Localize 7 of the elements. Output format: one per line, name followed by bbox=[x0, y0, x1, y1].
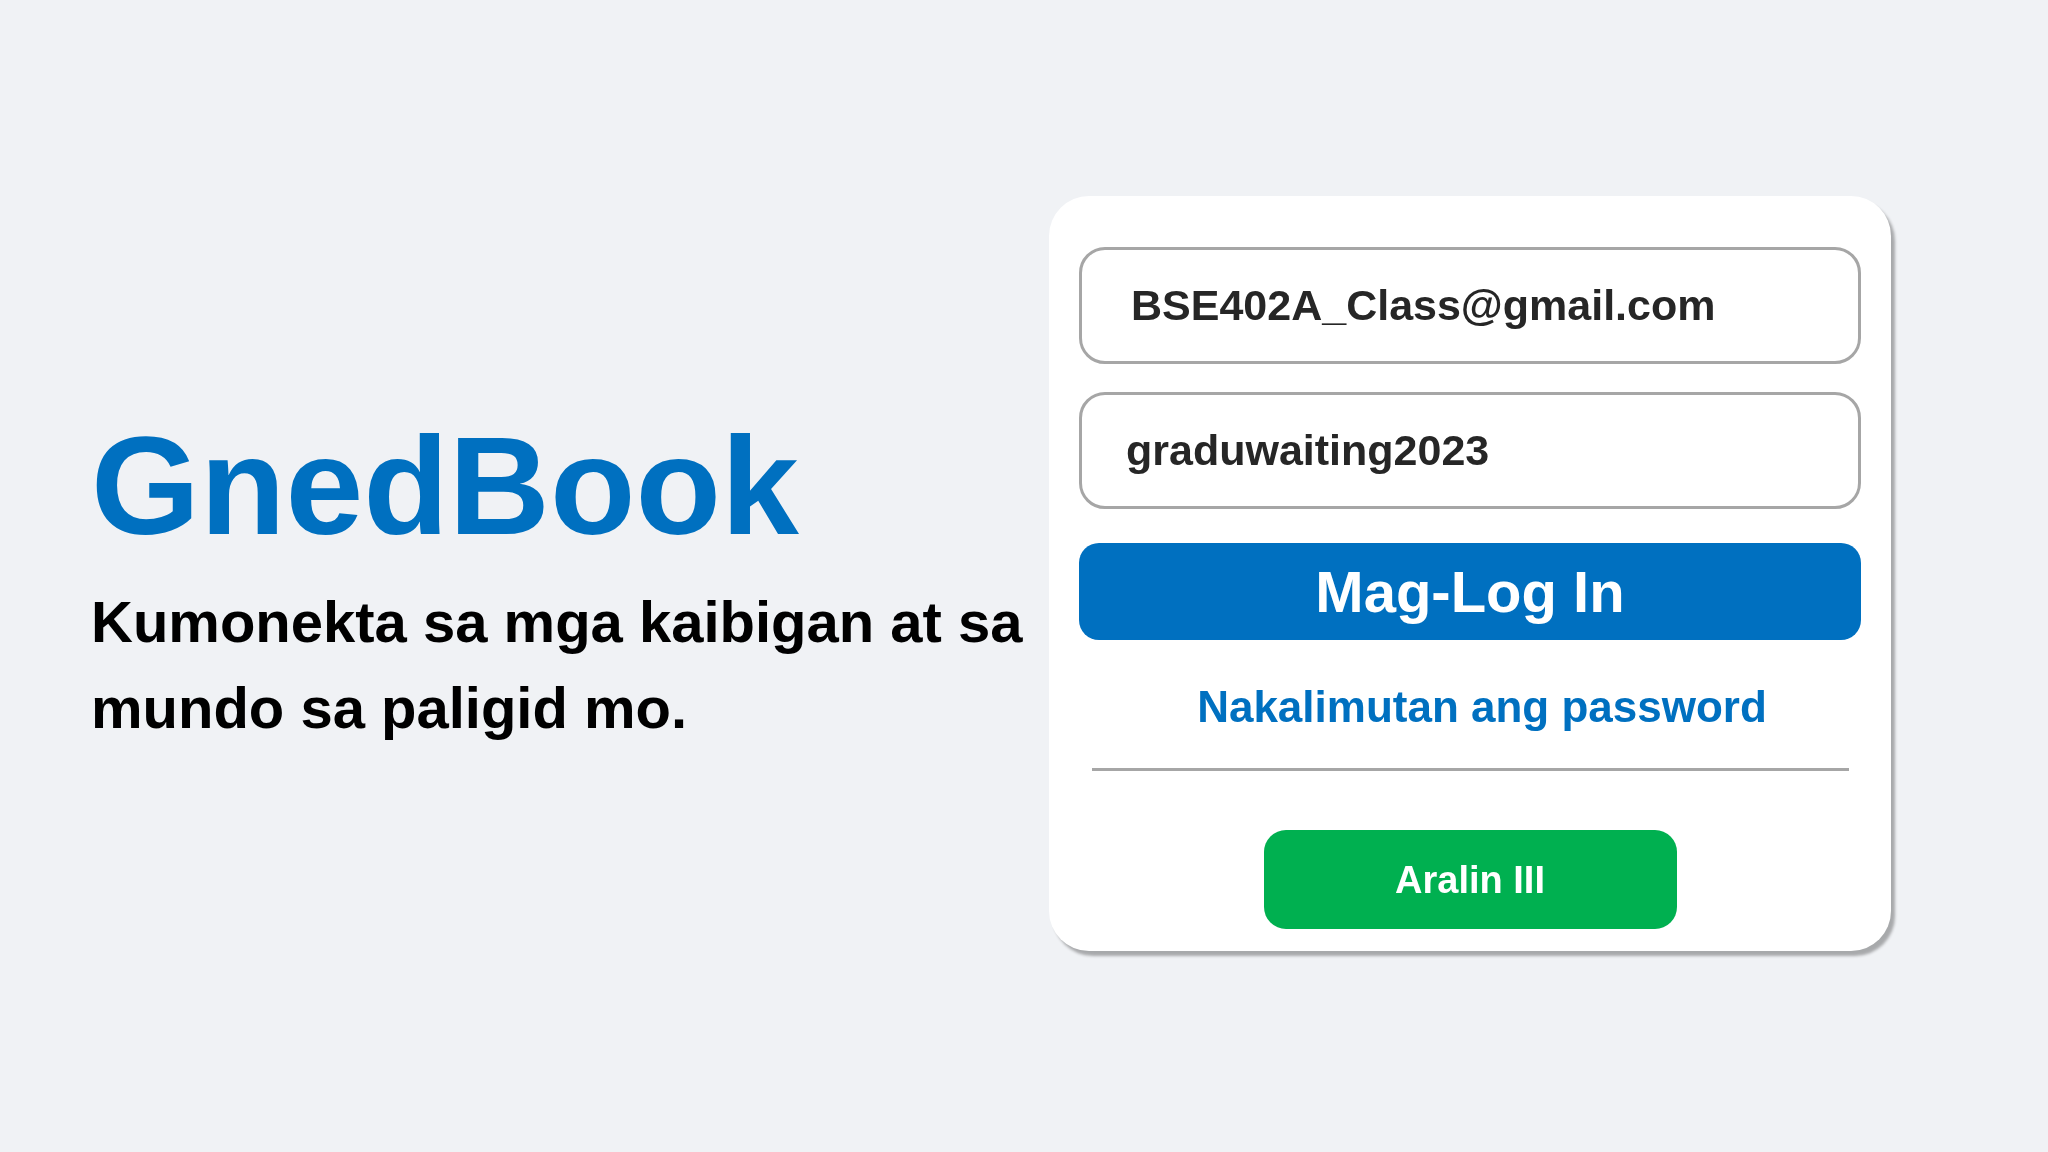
lesson-button[interactable]: Aralin III bbox=[1263, 830, 1677, 929]
login-button[interactable]: Mag-Log In bbox=[1079, 543, 1861, 640]
tagline-text: Kumonekta sa mga kaibigan at sa mundo sa paligid mo. bbox=[91, 588, 1024, 742]
email-field[interactable]: BSE402A_Class@gmail.com bbox=[1079, 247, 1861, 364]
password-field[interactable]: graduwaiting2023 bbox=[1079, 392, 1861, 509]
brand-logo: GnedBook bbox=[91, 416, 799, 556]
forgot-password-link[interactable]: Nakalimutan ang password bbox=[1197, 681, 1767, 733]
